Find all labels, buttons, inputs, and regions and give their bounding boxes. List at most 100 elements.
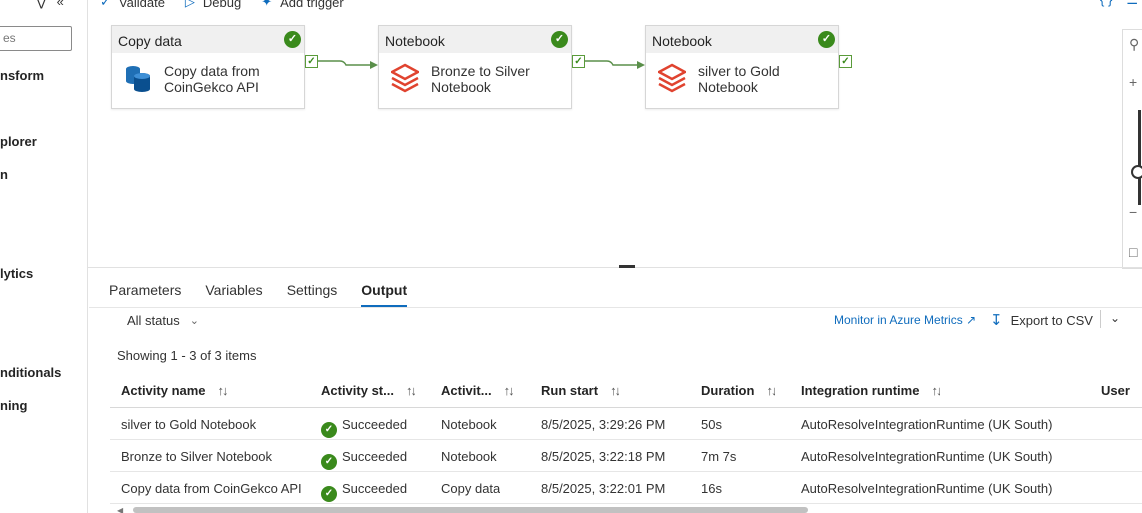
databricks-icon [391, 63, 419, 93]
column-header-activity-status[interactable]: Activity st... ↑↓ [321, 383, 415, 398]
column-header-user[interactable]: User [1101, 383, 1130, 398]
activity-header: Notebook ✓ [379, 26, 571, 53]
monitor-azure-metrics-link[interactable]: Monitor in Azure Metrics ↗ [834, 313, 976, 327]
column-header-integration-runtime[interactable]: Integration runtime ↑↓ [801, 383, 940, 398]
scroll-left-icon[interactable]: ◀ [117, 506, 123, 513]
items-count-text: Showing 1 - 3 of 3 items [117, 348, 257, 363]
sort-icon: ↑↓ [217, 383, 227, 398]
sort-icon: ↑↓ [766, 383, 776, 398]
activity-label-line2: Notebook [431, 79, 491, 95]
zoom-out-icon[interactable]: − [1129, 204, 1137, 220]
panel-divider [88, 267, 1142, 268]
cell-run-start: 8/5/2025, 3:22:18 PM [541, 449, 666, 464]
zoom-in-icon[interactable]: + [1129, 74, 1137, 90]
toolbar-right-icons: { } ☰ [1100, 0, 1138, 8]
check-icon: ✓ [100, 0, 111, 9]
sidebar-item-n[interactable]: n [0, 167, 8, 182]
cell-activity-name: silver to Gold Notebook [121, 417, 257, 432]
trigger-icon: ✦ [261, 0, 273, 9]
activity-type: Notebook [652, 33, 712, 49]
success-output-port[interactable]: ✓ [572, 55, 585, 68]
zoom-slider-track[interactable] [1138, 110, 1141, 205]
databricks-icon [658, 63, 686, 93]
export-csv-button[interactable]: ↧ Export to CSV [990, 311, 1093, 329]
success-check-icon: ✓ [551, 31, 568, 48]
tab-output[interactable]: Output [361, 282, 408, 307]
success-output-port[interactable]: ✓ [839, 55, 852, 68]
cell-run-start: 8/5/2025, 3:29:26 PM [541, 417, 666, 432]
sidebar-search-input[interactable]: es [0, 26, 72, 51]
success-check-icon: ✓ [284, 31, 301, 48]
cell-integration-runtime: AutoResolveIntegrationRuntime (UK South) [801, 481, 1053, 496]
cell-integration-runtime: AutoResolveIntegrationRuntime (UK South) [801, 449, 1053, 464]
bottom-tabs: Parameters Variables Settings Output [109, 282, 408, 307]
cell-status: ✓ Succeeded [321, 481, 407, 502]
connector-arrow [318, 60, 378, 69]
activity-header: Notebook ✓ [646, 26, 838, 53]
collapse-all-icon[interactable]: ⋁ [36, 0, 47, 10]
zoom-panel: ⚲ + − □ [1122, 29, 1142, 269]
success-check-icon: ✓ [321, 486, 337, 502]
success-check-icon: ✓ [818, 31, 835, 48]
cell-activity-name: Bronze to Silver Notebook [121, 449, 273, 464]
activity-label-line1: Copy data from [164, 63, 260, 79]
sidebar-item-analytics[interactable]: lytics [0, 266, 33, 281]
column-header-activity-name[interactable]: Activity name ↑↓ [121, 383, 227, 398]
collapse-sidebar-icon[interactable]: « [57, 0, 64, 10]
connector-arrow [585, 60, 645, 69]
activity-runs-table: Activity name ↑↓ Activity st... ↑↓ Activit… [110, 374, 1142, 504]
activity-bronze-to-silver[interactable]: Notebook ✓ Bronze to Silver Notebook [378, 25, 572, 109]
more-options-chevron-icon[interactable]: ⌄ [1110, 311, 1120, 325]
success-check-icon: ✓ [321, 454, 337, 470]
table-row[interactable]: Bronze to Silver Notebook ✓ Succeeded Not… [110, 440, 1142, 472]
column-header-duration[interactable]: Duration ↑↓ [701, 383, 775, 398]
column-header-run-start[interactable]: Run start ↑↓ [541, 383, 619, 398]
database-copy-icon [126, 66, 150, 92]
sidebar-controls: ⋁ « [36, 0, 64, 10]
sidebar-item-ning[interactable]: ning [0, 398, 27, 413]
cell-status: ✓ Succeeded [321, 449, 407, 470]
sidebar-item-transform[interactable]: nsform [0, 68, 44, 83]
status-filter-dropdown[interactable]: All status ⌄ [127, 313, 199, 328]
zoom-slider-thumb[interactable] [1131, 165, 1142, 179]
horizontal-scrollbar[interactable]: ◀ [113, 506, 1142, 513]
activity-header: Copy data ✓ [112, 26, 304, 53]
cell-run-start: 8/5/2025, 3:22:01 PM [541, 481, 666, 496]
sidebar-item-explorer[interactable]: plorer [0, 134, 37, 149]
tab-settings[interactable]: Settings [287, 282, 338, 307]
status-filter-value: All status [127, 313, 180, 328]
activity-copy-data[interactable]: Copy data ✓ Copy data from CoinGekco API [111, 25, 305, 109]
debug-label: Debug [202, 0, 242, 10]
add-trigger-button[interactable]: ✦ Add trigger [261, 0, 344, 12]
activity-type: Notebook [385, 33, 445, 49]
left-sidebar: ⋁ « es nsform plorer n lytics nditionals… [0, 0, 88, 513]
pipeline-canvas[interactable]: Copy data ✓ Copy data from CoinGekco API… [89, 12, 1142, 269]
external-link-icon: ↗ [966, 313, 977, 327]
download-icon: ↧ [990, 312, 1003, 329]
table-row[interactable]: Copy data from CoinGekco API ✓ Succeeded … [110, 472, 1142, 504]
code-icon[interactable]: { } [1100, 0, 1112, 8]
scrollbar-thumb[interactable] [133, 507, 808, 513]
export-label: Export to CSV [1010, 312, 1093, 328]
success-output-port[interactable]: ✓ [305, 55, 318, 68]
cell-status: ✓ Succeeded [321, 417, 407, 438]
fit-to-screen-icon[interactable]: □ [1129, 244, 1137, 260]
debug-button[interactable]: ▷ Debug [185, 0, 241, 12]
activity-type: Copy data [118, 33, 182, 49]
sidebar-item-conditionals[interactable]: nditionals [0, 365, 61, 380]
validate-button[interactable]: ✓ Validate [100, 0, 165, 12]
cell-activity-type: Notebook [441, 449, 497, 464]
table-row[interactable]: silver to Gold Notebook ✓ Succeeded Noteb… [110, 408, 1142, 440]
resize-grip[interactable] [619, 265, 635, 268]
cell-integration-runtime: AutoResolveIntegrationRuntime (UK South) [801, 417, 1053, 432]
activity-silver-to-gold[interactable]: Notebook ✓ silver to Gold Notebook [645, 25, 839, 109]
validate-label: Validate [118, 0, 165, 10]
tab-variables[interactable]: Variables [205, 282, 262, 307]
column-header-activity-type[interactable]: Activit... ↑↓ [441, 383, 513, 398]
pipeline-toolbar: ✓ Validate ▷ Debug ✦ Add trigger [100, 0, 344, 12]
sort-icon: ↑↓ [405, 383, 415, 398]
search-icon[interactable]: ⚲ [1129, 36, 1139, 53]
properties-icon[interactable]: ☰ [1126, 0, 1138, 8]
chevron-down-icon: ⌄ [189, 315, 199, 327]
tab-parameters[interactable]: Parameters [109, 282, 181, 307]
